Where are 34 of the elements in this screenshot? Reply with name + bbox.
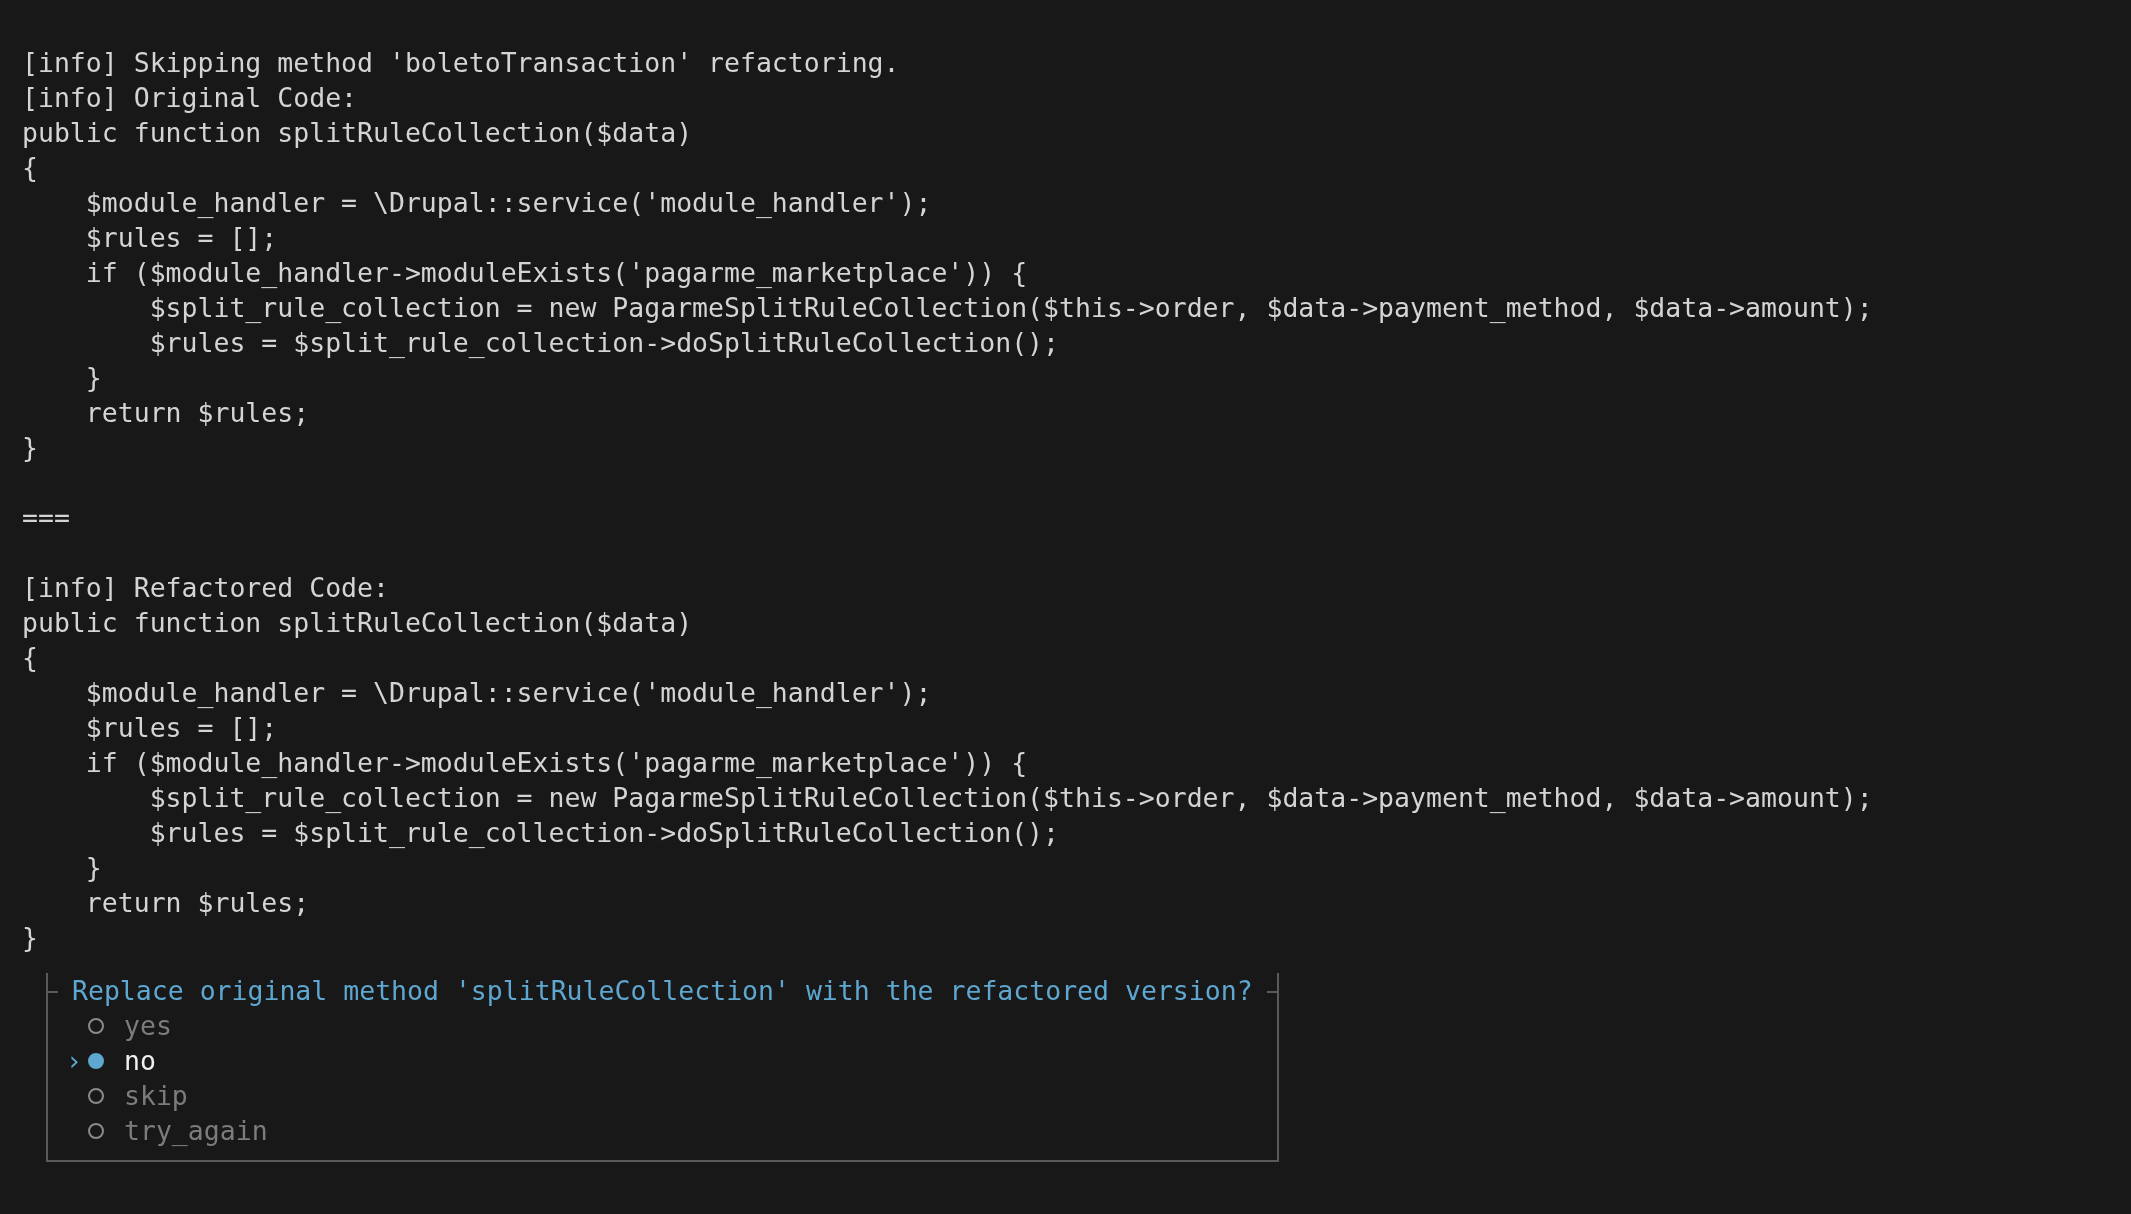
radio-button[interactable] xyxy=(88,1017,104,1034)
radio-button[interactable] xyxy=(88,1122,104,1139)
option-label[interactable]: try_again xyxy=(124,1113,268,1148)
terminal-line: $rules = []; xyxy=(84,711,278,745)
terminal-line: } xyxy=(84,851,102,885)
terminal-line: if ($module_handler->moduleExists('pagarme_marketplace')) { xyxy=(84,256,1028,290)
terminal-line: $module_handler = \Drupal::service('module_handler'); xyxy=(84,676,932,710)
option-label[interactable]: no xyxy=(124,1043,156,1078)
terminal-line: $rules = []; xyxy=(84,221,278,255)
terminal-line: $module_handler = \Drupal::service('module_handler'); xyxy=(84,186,932,220)
terminal-line: === xyxy=(22,501,70,535)
terminal-line: [info] Original Code: xyxy=(22,81,358,115)
prompt-question: Replace original method 'splitRuleCollection' with the refactored version? xyxy=(72,974,1253,1008)
terminal-line: $split_rule_collection = new PagarmeSplitRuleCollection($this->order, $data->payment_method, $data->amount); xyxy=(148,291,1873,325)
terminal-line: return $rules; xyxy=(84,396,310,430)
pointer-icon: › xyxy=(66,1045,82,1076)
terminal-line: } xyxy=(22,921,38,955)
terminal-line: if ($module_handler->moduleExists('pagarme_marketplace')) { xyxy=(84,746,1028,780)
terminal-line: [info] Refactored Code: xyxy=(22,571,389,605)
terminal-line: $rules = $split_rule_collection->doSplitRuleCollection(); xyxy=(148,816,1060,850)
terminal-line: } xyxy=(84,361,102,395)
terminal-line: [info] Skipping method 'boletoTransaction' refactoring. xyxy=(22,46,900,80)
terminal-line: $split_rule_collection = new PagarmeSplitRuleCollection($this->order, $data->payment_method, $data->amount); xyxy=(148,781,1873,815)
option-label[interactable]: skip xyxy=(124,1078,188,1113)
terminal-line: $rules = $split_rule_collection->doSplitRuleCollection(); xyxy=(148,326,1060,360)
terminal-line: { xyxy=(22,151,38,185)
terminal-line: public function splitRuleCollection($data) xyxy=(22,606,693,640)
terminal-line: } xyxy=(22,431,38,465)
terminal-line: return $rules; xyxy=(84,886,310,920)
terminal-line: { xyxy=(22,641,38,675)
radio-button[interactable] xyxy=(88,1087,104,1104)
radio-button[interactable] xyxy=(88,1052,104,1069)
terminal-line: public function splitRuleCollection($data) xyxy=(22,116,693,150)
option-label[interactable]: yes xyxy=(124,1008,172,1043)
